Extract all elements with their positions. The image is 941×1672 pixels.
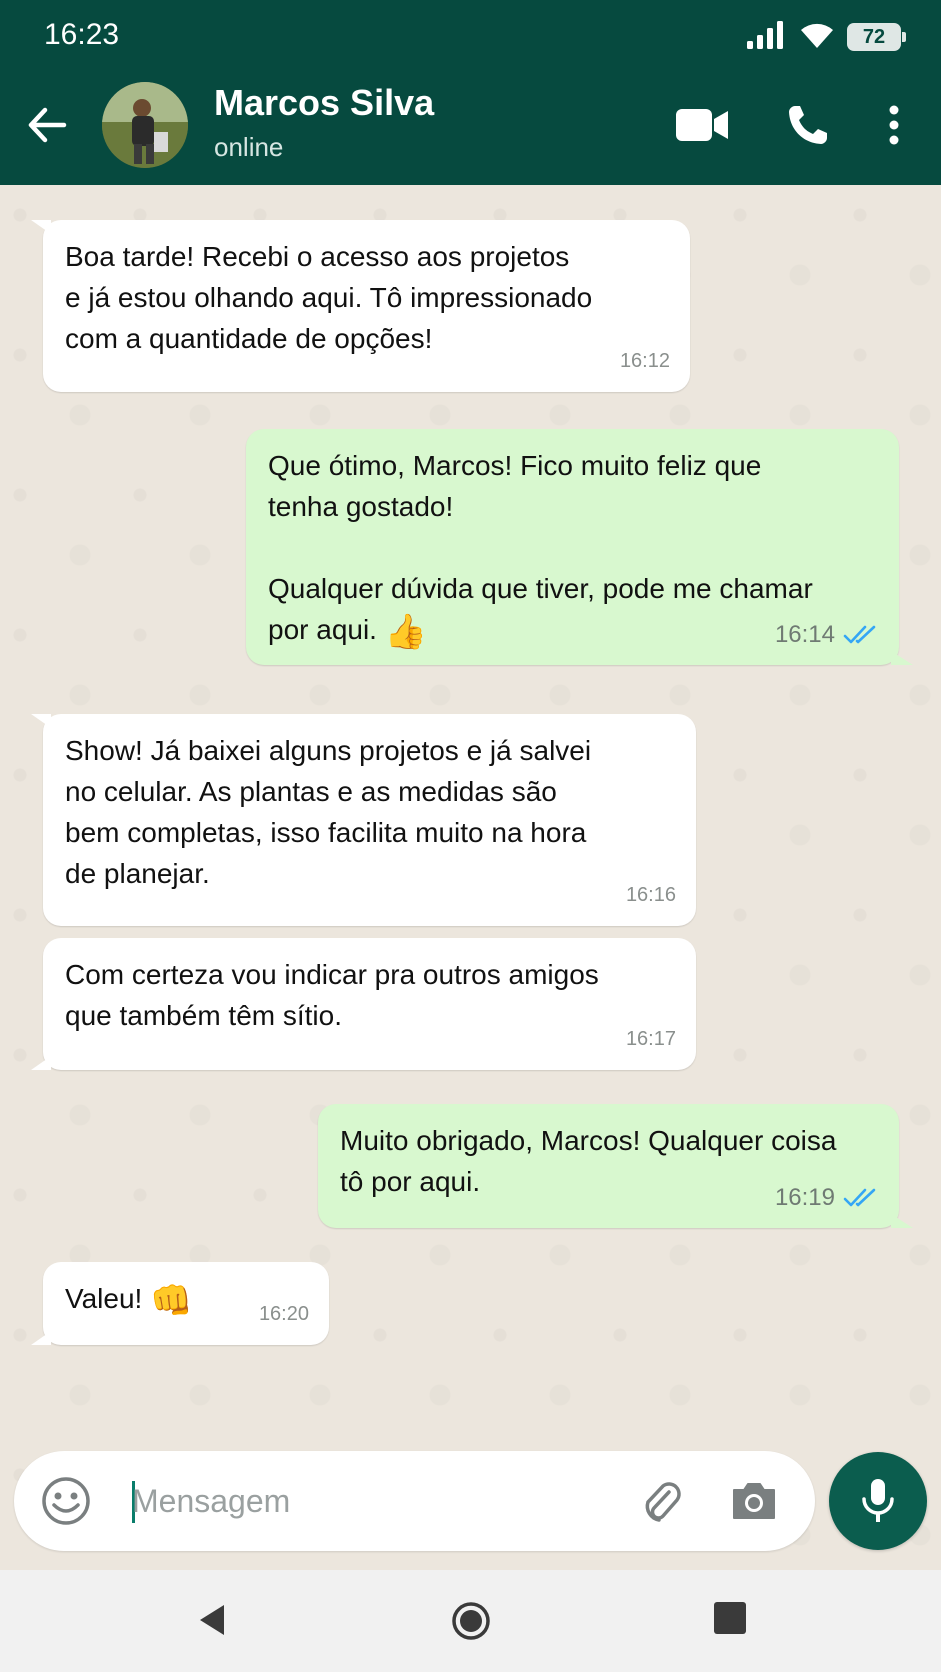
bubble-tail	[31, 1056, 51, 1070]
voice-message-button[interactable]	[829, 1452, 927, 1550]
bubble-tail	[891, 651, 913, 665]
message-time: 16:16	[625, 884, 676, 906]
fist-bump-emoji: 👊	[150, 1282, 193, 1320]
message-incoming[interactable]: Show! Já baixei alguns projetos e já sal…	[31, 714, 696, 926]
back-arrow-icon	[28, 107, 67, 143]
voice-call-button[interactable]	[780, 100, 836, 150]
message-meta: 16:16	[626, 875, 676, 916]
system-nav-bar	[0, 1570, 941, 1672]
message-meta: 16:20	[259, 1294, 309, 1335]
bubble-tail	[31, 220, 51, 234]
message-text: Com certeza vou indicar pra outros amigo…	[65, 959, 599, 1031]
message-time: 16:17	[625, 1028, 676, 1050]
message-incoming[interactable]: Com certeza vou indicar pra outros amigo…	[31, 938, 696, 1070]
nav-back-icon	[200, 1605, 224, 1635]
bubble-tail	[31, 1331, 51, 1345]
back-button[interactable]	[22, 100, 72, 150]
signal-icon	[747, 20, 787, 54]
video-call-icon	[676, 109, 728, 141]
message-meta: 16:19	[775, 1177, 879, 1218]
read-receipt-icon	[843, 1188, 876, 1206]
attach-icon	[645, 1482, 681, 1522]
message-incoming[interactable]: Valeu! 👊 16:20	[31, 1262, 329, 1345]
avatar-photo	[102, 82, 188, 168]
status-time: 16:23	[44, 18, 120, 51]
message-meta: 16:17	[626, 1019, 676, 1060]
mic-icon	[862, 1479, 894, 1522]
camera-icon	[733, 1483, 775, 1519]
status-bar: 16:23 72	[0, 0, 941, 70]
contact-name[interactable]: Marcos Silva	[214, 82, 434, 124]
message-text-body: Valeu!	[65, 1283, 143, 1314]
message-text: Show! Já baixei alguns projetos e já sal…	[65, 735, 592, 889]
message-meta: 16:12	[620, 341, 670, 382]
message-time: 16:12	[619, 350, 670, 372]
emoji-icon	[42, 1477, 90, 1525]
nav-home-icon	[452, 1602, 490, 1640]
chat-header: 16:23 72 Marcos Silva online	[0, 0, 941, 185]
message-composer	[14, 1451, 815, 1551]
camera-button[interactable]	[726, 1475, 782, 1527]
message-text: Boa tarde! Recebi o acesso aos projetos …	[65, 241, 593, 354]
message-meta: 16:14	[775, 614, 879, 655]
message-time: 16:14	[774, 621, 835, 648]
nav-back-button[interactable]	[192, 1600, 232, 1640]
message-time: 16:19	[774, 1184, 835, 1211]
message-outgoing[interactable]: Muito obrigado, Marcos! Qualquer coisa t…	[318, 1104, 913, 1228]
nav-recents-button[interactable]	[714, 1602, 746, 1634]
emoji-button[interactable]	[40, 1475, 92, 1527]
battery-level: 72	[862, 25, 886, 48]
message-outgoing[interactable]: Que ótimo, Marcos! Fico muito feliz que …	[246, 429, 913, 665]
bubble-tail	[31, 714, 51, 728]
attach-button[interactable]	[634, 1475, 690, 1527]
message-time: 16:20	[258, 1303, 309, 1325]
battery-icon: 72	[847, 23, 906, 51]
nav-home-button[interactable]	[450, 1600, 492, 1642]
app-bar: Marcos Silva online	[0, 70, 941, 185]
more-options-button[interactable]	[874, 100, 914, 150]
video-call-button[interactable]	[674, 100, 730, 150]
message-incoming[interactable]: Boa tarde! Recebi o acesso aos projetos …	[31, 220, 690, 392]
read-receipt-icon	[843, 625, 876, 643]
bubble-tail	[891, 1214, 913, 1228]
more-options-icon	[889, 105, 899, 145]
contact-status: online	[214, 132, 284, 162]
chat-area[interactable]: Boa tarde! Recebi o acesso aos projetos …	[0, 185, 941, 1570]
wifi-icon	[799, 21, 835, 54]
thumbs-up-emoji: 👍	[384, 613, 428, 651]
status-icons: 72	[747, 20, 906, 54]
message-text-body: Que ótimo, Marcos! Fico muito feliz que …	[268, 450, 813, 645]
message-input[interactable]	[132, 1475, 632, 1527]
phone-icon	[789, 106, 827, 144]
contact-avatar[interactable]	[102, 82, 188, 168]
